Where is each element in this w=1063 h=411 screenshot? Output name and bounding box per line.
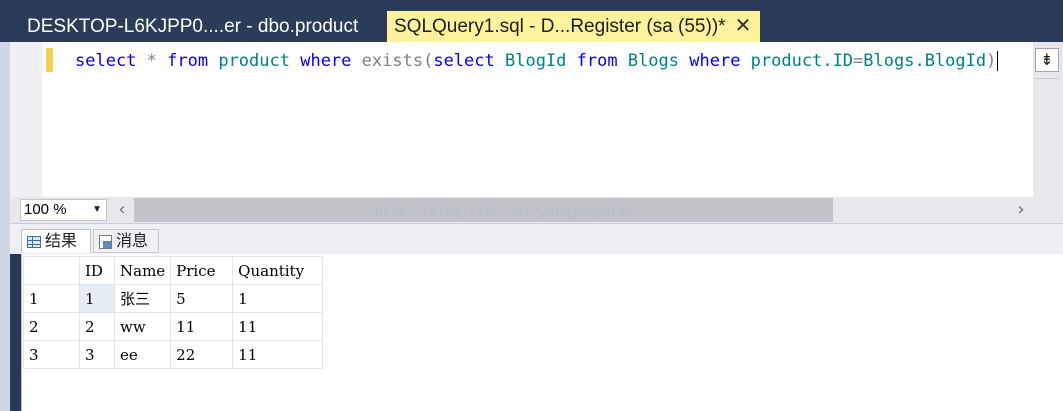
table-cell[interactable]: 2	[79, 312, 115, 341]
tab-results[interactable]: 结果	[21, 229, 91, 253]
sql-operator: *	[136, 51, 168, 71]
sql-identifier: product	[208, 51, 301, 71]
sql-keyword: where	[689, 51, 741, 71]
scroll-right-icon[interactable]: ›	[1012, 198, 1030, 222]
row-number-cell[interactable]: 1	[23, 284, 80, 313]
tab-results-label: 结果	[45, 231, 78, 250]
row-number-cell[interactable]: 3	[23, 340, 80, 369]
zoom-select[interactable]: 100 % ▼	[20, 199, 107, 221]
tab-product-table-label: DESKTOP-L6KJPP0....er - dbo.product	[27, 16, 359, 37]
tab-sql-query[interactable]: SQLQuery1.sql - D...Register (sa (55))* …	[387, 11, 760, 42]
table-cell[interactable]: 11	[232, 340, 324, 369]
tab-product-table[interactable]: DESKTOP-L6KJPP0....er - dbo.product	[14, 11, 374, 42]
table-row: 3 3 ee 22 11	[23, 340, 324, 369]
sql-function: exists	[361, 51, 424, 71]
sql-identifier: Blogs	[617, 51, 690, 71]
column-header-price[interactable]: Price	[170, 256, 234, 285]
table-cell[interactable]: 11	[170, 312, 234, 341]
table-cell[interactable]: ww	[113, 312, 172, 341]
sql-space	[351, 51, 361, 71]
left-panel-edge	[0, 42, 10, 411]
sql-identifier: product.	[740, 51, 833, 71]
sql-identifier: Blogs.BlogId	[863, 51, 987, 71]
text-caret	[997, 51, 999, 71]
column-header-quantity[interactable]: Quantity	[232, 256, 324, 285]
table-row: 1 1 张三 5 1	[23, 284, 324, 313]
grid-icon	[27, 235, 41, 248]
chevron-down-icon: ▼	[92, 204, 102, 215]
sql-keyword: select	[433, 51, 495, 71]
sql-keyword: from	[576, 51, 618, 71]
tab-messages[interactable]: 消息	[93, 229, 159, 253]
sql-identifier: BlogId	[494, 51, 577, 71]
table-cell[interactable]: 张三	[113, 284, 172, 313]
unsaved-change-marker	[46, 48, 53, 72]
grid-header-row: ID Name Price Quantity	[23, 256, 324, 285]
table-cell[interactable]: 22	[170, 340, 234, 369]
sql-keyword: select	[75, 51, 137, 71]
column-header-name[interactable]: Name	[113, 256, 172, 285]
table-cell[interactable]: 1	[232, 284, 324, 313]
message-icon	[99, 234, 112, 249]
zoom-value: 100 %	[24, 201, 67, 218]
sql-operator: (	[423, 51, 434, 71]
sql-operator: =	[853, 51, 864, 71]
table-cell[interactable]: 11	[232, 312, 324, 341]
sql-keyword: where	[300, 51, 352, 71]
sql-operator: )	[986, 51, 997, 71]
table-cell[interactable]: 1	[79, 284, 115, 313]
watermark-text: http://blog.csdn.net/yangyangafan	[375, 205, 634, 220]
table-cell[interactable]: 5	[170, 284, 234, 313]
tab-messages-label: 消息	[116, 231, 149, 250]
column-header-rownum[interactable]	[23, 256, 80, 285]
table-cell[interactable]: ee	[113, 340, 172, 369]
sql-code-line[interactable]: select * from product where exists(selec…	[75, 50, 999, 72]
scroll-left-icon[interactable]: ‹	[113, 198, 131, 222]
editor-gutter	[10, 42, 42, 197]
scrollbar-divider	[1035, 78, 1059, 79]
sql-keyword: from	[167, 51, 209, 71]
row-number-cell[interactable]: 2	[23, 312, 80, 341]
tab-sql-query-label: SQLQuery1.sql - D...Register (sa (55))*	[394, 16, 726, 37]
column-header-id[interactable]: ID	[79, 256, 115, 285]
table-cell[interactable]: 3	[79, 340, 115, 369]
split-editor-icon[interactable]: ⇟	[1035, 48, 1059, 72]
sql-identifier: ID	[832, 51, 854, 71]
result-tab-strip	[10, 223, 1063, 254]
close-icon[interactable]: ✕	[732, 11, 754, 42]
table-row: 2 2 ww 11 11	[23, 312, 324, 341]
results-grid: ID Name Price Quantity 1 1 张三 5 1 2 2 ww…	[23, 256, 324, 369]
